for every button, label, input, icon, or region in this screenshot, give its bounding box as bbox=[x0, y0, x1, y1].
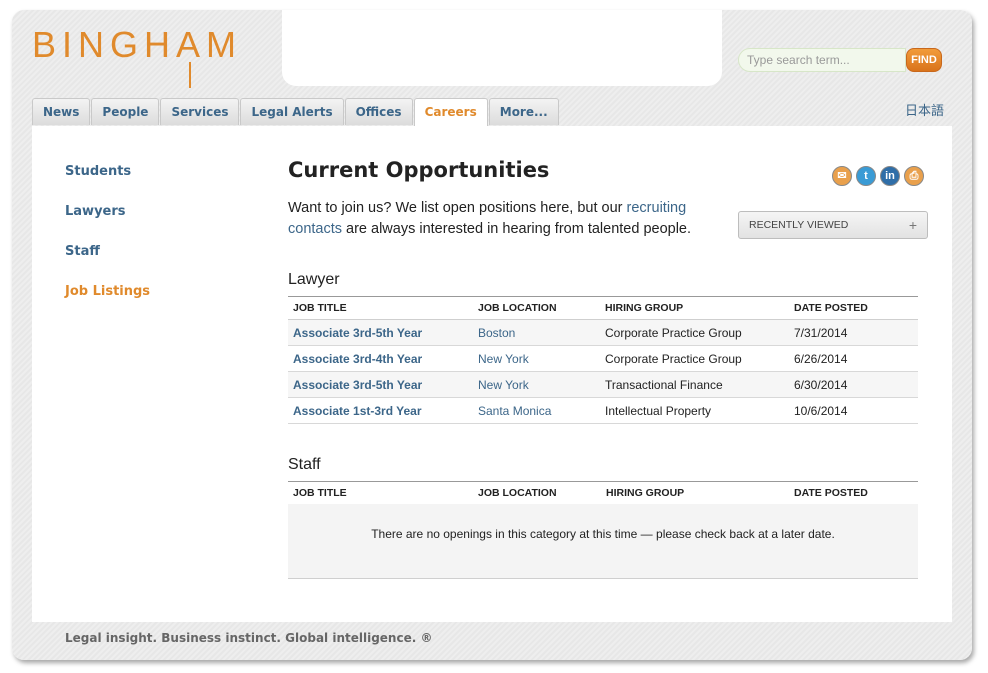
table-row: Associate 3rd-5th Year New York Transact… bbox=[288, 371, 918, 398]
column-header: JOB LOCATION bbox=[473, 296, 600, 320]
job-location-link[interactable]: Boston bbox=[473, 319, 600, 346]
tab-careers[interactable]: Careers bbox=[413, 98, 488, 127]
logo-divider bbox=[189, 62, 191, 88]
date-posted: 10/6/2014 bbox=[789, 397, 918, 424]
column-header: JOB TITLE bbox=[288, 481, 473, 505]
job-location-link[interactable]: New York bbox=[473, 345, 600, 372]
table-row: Associate 3rd-4th Year New York Corporat… bbox=[288, 345, 918, 372]
hiring-group: Corporate Practice Group bbox=[600, 345, 789, 372]
footer-tagline: Legal insight. Business instinct. Global… bbox=[65, 631, 433, 645]
header-cutout bbox=[282, 10, 722, 86]
linkedin-icon[interactable]: in bbox=[880, 166, 900, 186]
lawyer-section-heading: Lawyer bbox=[288, 271, 340, 288]
table-header-row: JOB TITLE JOB LOCATION HIRING GROUP DATE… bbox=[288, 481, 918, 505]
search-box: FIND bbox=[738, 48, 943, 74]
recently-viewed-toggle[interactable]: RECENTLY VIEWED + bbox=[738, 211, 928, 239]
column-header: JOB LOCATION bbox=[473, 481, 601, 505]
job-title-link[interactable]: Associate 3rd-5th Year bbox=[288, 371, 473, 398]
table-header-row: JOB TITLE JOB LOCATION HIRING GROUP DATE… bbox=[288, 296, 918, 320]
search-input[interactable] bbox=[738, 48, 906, 72]
sidebar-item-staff[interactable]: Staff bbox=[65, 244, 150, 284]
sidebar-item-lawyers[interactable]: Lawyers bbox=[65, 204, 150, 244]
sidebar-item-job-listings[interactable]: Job Listings bbox=[65, 284, 150, 324]
column-header: HIRING GROUP bbox=[601, 481, 789, 505]
intro-text: Want to join us? We list open positions … bbox=[288, 198, 708, 240]
job-title-link[interactable]: Associate 3rd-4th Year bbox=[288, 345, 473, 372]
share-icons: ✉ t in ⎙ bbox=[832, 166, 924, 186]
hiring-group: Transactional Finance bbox=[600, 371, 789, 398]
email-icon[interactable]: ✉ bbox=[832, 166, 852, 186]
column-header: HIRING GROUP bbox=[600, 296, 789, 320]
tab-more[interactable]: More... bbox=[488, 98, 559, 125]
plus-icon: + bbox=[908, 217, 917, 233]
tab-services[interactable]: Services bbox=[160, 98, 240, 125]
tab-news[interactable]: News bbox=[32, 98, 91, 125]
main-nav: News People Services Legal Alerts Office… bbox=[32, 98, 560, 127]
staff-jobs-table: JOB TITLE JOB LOCATION HIRING GROUP DATE… bbox=[288, 481, 918, 505]
hiring-group: Corporate Practice Group bbox=[600, 319, 789, 346]
twitter-icon[interactable]: t bbox=[856, 166, 876, 186]
table-row: Associate 1st-3rd Year Santa Monica Inte… bbox=[288, 397, 918, 424]
intro-text-after: are always interested in hearing from ta… bbox=[342, 221, 692, 237]
tab-offices[interactable]: Offices bbox=[344, 98, 413, 125]
print-icon[interactable]: ⎙ bbox=[904, 166, 924, 186]
job-location-link[interactable]: Santa Monica bbox=[473, 397, 600, 424]
intro-text-before: Want to join us? We list open positions … bbox=[288, 200, 627, 216]
page-frame: BINGHAM FIND News People Services Legal … bbox=[12, 10, 972, 660]
sidebar-nav: Students Lawyers Staff Job Listings bbox=[65, 164, 150, 324]
recently-viewed-label: RECENTLY VIEWED bbox=[749, 219, 849, 231]
tab-people[interactable]: People bbox=[91, 98, 160, 125]
tab-legal-alerts[interactable]: Legal Alerts bbox=[240, 98, 344, 125]
bingham-logo[interactable]: BINGHAM bbox=[32, 24, 242, 66]
job-title-link[interactable]: Associate 1st-3rd Year bbox=[288, 397, 473, 424]
date-posted: 6/26/2014 bbox=[789, 345, 918, 372]
sidebar-item-students[interactable]: Students bbox=[65, 164, 150, 204]
staff-empty-message: There are no openings in this category a… bbox=[288, 504, 918, 579]
page-title: Current Opportunities bbox=[288, 158, 550, 182]
japanese-language-link[interactable]: 日本語 bbox=[905, 100, 944, 119]
date-posted: 6/30/2014 bbox=[789, 371, 918, 398]
lawyer-jobs-table: JOB TITLE JOB LOCATION HIRING GROUP DATE… bbox=[288, 296, 918, 424]
table-row: Associate 3rd-5th Year Boston Corporate … bbox=[288, 319, 918, 346]
column-header: DATE POSTED bbox=[789, 296, 918, 320]
find-button[interactable]: FIND bbox=[906, 48, 942, 72]
hiring-group: Intellectual Property bbox=[600, 397, 789, 424]
date-posted: 7/31/2014 bbox=[789, 319, 918, 346]
column-header: DATE POSTED bbox=[789, 481, 918, 505]
job-title-link[interactable]: Associate 3rd-5th Year bbox=[288, 319, 473, 346]
staff-section-heading: Staff bbox=[288, 456, 321, 473]
content-panel: Students Lawyers Staff Job Listings Curr… bbox=[32, 126, 952, 622]
column-header: JOB TITLE bbox=[288, 296, 473, 320]
job-location-link[interactable]: New York bbox=[473, 371, 600, 398]
